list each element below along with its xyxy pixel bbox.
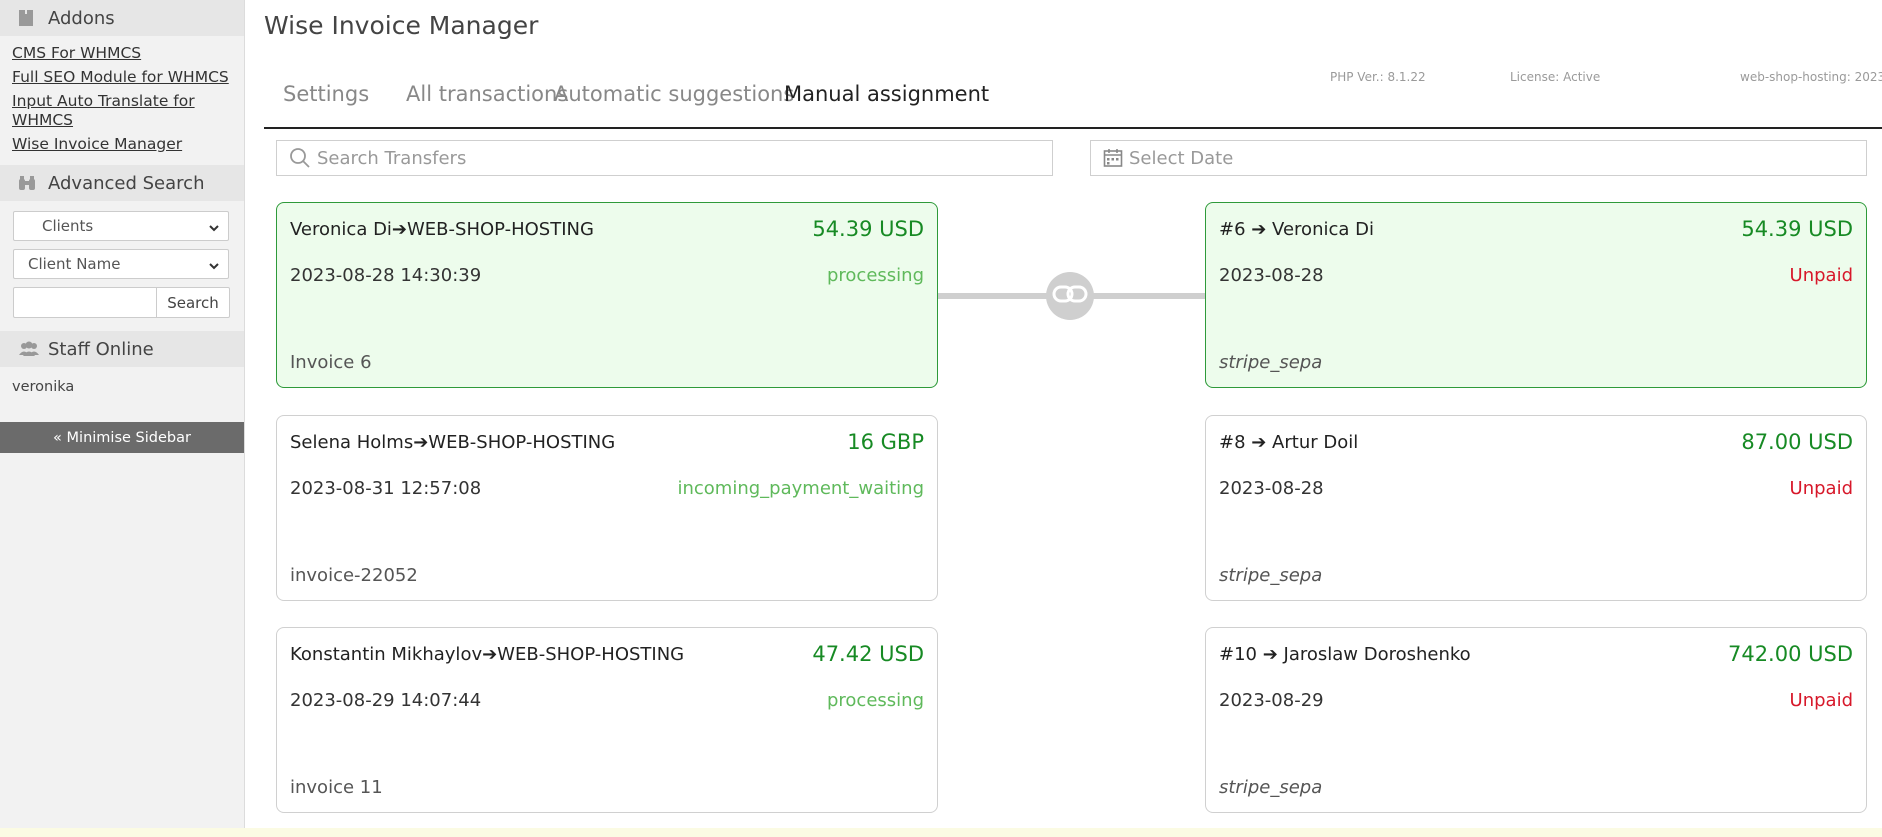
transfer-date: 2023-08-28 14:30:39 (290, 265, 482, 286)
transfer-title: Konstantin Mikhaylov➔WEB-SHOP-HOSTING (290, 644, 685, 665)
invoice-title: #8 ➔ Artur Doil (1219, 432, 1359, 453)
addon-links: CMS For WHMCS Full SEO Module for WHMCS … (0, 36, 244, 163)
search-type-select[interactable]: Clients (13, 211, 229, 241)
search-type-value: Clients (42, 217, 94, 235)
search-transfers-placeholder: Search Transfers (317, 147, 467, 169)
invoice-date: 2023-08-28 (1219, 478, 1324, 499)
tab-settings[interactable]: Settings (283, 82, 369, 106)
invoice-card[interactable]: #8 ➔ Artur Doil 87.00 USD 2023-08-28 Unp… (1205, 415, 1867, 601)
link-match-button[interactable] (1046, 272, 1094, 320)
search-field-value: Client Name (28, 255, 121, 273)
binoculars-icon (18, 173, 40, 193)
invoice-status: Unpaid (1789, 690, 1853, 711)
users-icon (18, 339, 40, 359)
sidebar-search-row: Search (13, 287, 230, 318)
transfer-card[interactable]: Konstantin Mikhaylov➔WEB-SHOP-HOSTING 47… (276, 627, 938, 813)
staff-online-title: Staff Online (48, 338, 154, 360)
staff-online-user: veronika (12, 379, 75, 395)
invoice-status: Unpaid (1789, 478, 1853, 499)
transfer-status: incoming_payment_waiting (677, 478, 924, 499)
bottom-strip (0, 828, 1882, 837)
transfer-date: 2023-08-29 14:07:44 (290, 690, 482, 711)
main-content: Wise Invoice Manager PHP Ver.: 8.1.22 Li… (245, 0, 1882, 828)
select-date-placeholder: Select Date (1129, 147, 1234, 169)
transfer-date: 2023-08-31 12:57:08 (290, 478, 482, 499)
addons-title: Addons (48, 7, 115, 29)
transfer-card[interactable]: Selena Holms➔WEB-SHOP-HOSTING 16 GBP 202… (276, 415, 938, 601)
invoice-gateway: stripe_sepa (1219, 777, 1323, 798)
addon-link-cms[interactable]: CMS For WHMCS (12, 44, 232, 63)
transfer-amount: 54.39 USD (812, 217, 924, 241)
link-icon (1052, 283, 1088, 309)
addons-header: Addons (0, 0, 244, 36)
transfer-title: Selena Holms➔WEB-SHOP-HOSTING (290, 432, 616, 453)
page-title: Wise Invoice Manager (264, 11, 539, 40)
sidebar-search-button[interactable]: Search (157, 287, 230, 318)
addon-link-translate[interactable]: Input Auto Translate for WHMCS (12, 92, 232, 130)
addon-link-wise[interactable]: Wise Invoice Manager (12, 135, 232, 154)
invoice-status: Unpaid (1789, 265, 1853, 286)
tab-all-transactions[interactable]: All transactions (406, 82, 568, 106)
tab-bar: Settings All transactions Automatic sugg… (264, 82, 1882, 129)
chevron-down-icon (208, 258, 220, 270)
search-field-select[interactable]: Client Name (13, 249, 229, 279)
sidebar-search-input[interactable] (13, 287, 157, 318)
addon-link-seo[interactable]: Full SEO Module for WHMCS (12, 68, 232, 87)
invoice-title: #6 ➔ Veronica Di (1219, 219, 1374, 240)
transfer-reference: Invoice 6 (290, 352, 372, 373)
advanced-search-title: Advanced Search (48, 172, 205, 194)
transfer-amount: 16 GBP (847, 430, 924, 454)
invoice-amount: 54.39 USD (1741, 217, 1853, 241)
transfer-card[interactable]: Veronica Di➔WEB-SHOP-HOSTING 54.39 USD 2… (276, 202, 938, 388)
advanced-search-header: Advanced Search (0, 165, 244, 201)
invoice-title: #10 ➔ Jaroslaw Doroshenko (1219, 644, 1471, 665)
transfer-status: processing (826, 265, 924, 286)
transfer-status: processing (826, 690, 924, 711)
tab-automatic-suggestions[interactable]: Automatic suggestions (554, 82, 794, 106)
search-transfers-input[interactable]: Search Transfers (276, 140, 1053, 176)
invoice-gateway: stripe_sepa (1219, 565, 1323, 586)
transfer-amount: 47.42 USD (812, 642, 924, 666)
select-date-input[interactable]: Select Date (1090, 140, 1867, 176)
invoice-date: 2023-08-29 (1219, 690, 1324, 711)
search-icon (289, 147, 311, 169)
minimise-sidebar-button[interactable]: « Minimise Sidebar (0, 422, 244, 453)
invoice-date: 2023-08-28 (1219, 265, 1324, 286)
staff-online-header: Staff Online (0, 331, 244, 367)
invoice-gateway: stripe_sepa (1219, 352, 1323, 373)
cube-icon (18, 8, 40, 28)
tab-manual-assignment[interactable]: Manual assignment (784, 82, 989, 106)
invoice-amount: 742.00 USD (1727, 642, 1853, 666)
calendar-icon (1103, 148, 1123, 168)
invoice-card[interactable]: #10 ➔ Jaroslaw Doroshenko 742.00 USD 202… (1205, 627, 1867, 813)
transfer-reference: invoice 11 (290, 777, 383, 798)
invoice-amount: 87.00 USD (1741, 430, 1853, 454)
sidebar: Addons CMS For WHMCS Full SEO Module for… (0, 0, 245, 828)
chevron-down-icon (208, 220, 220, 232)
transfer-reference: invoice-22052 (290, 565, 418, 586)
invoice-card[interactable]: #6 ➔ Veronica Di 54.39 USD 2023-08-28 Un… (1205, 202, 1867, 388)
transfer-title: Veronica Di➔WEB-SHOP-HOSTING (290, 219, 594, 240)
